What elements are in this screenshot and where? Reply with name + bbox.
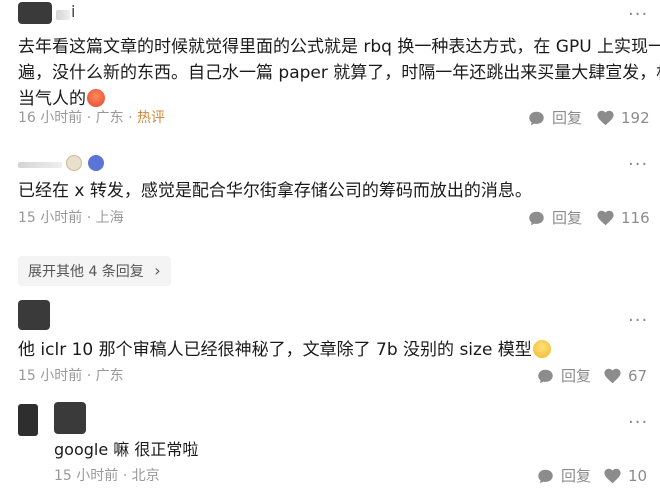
separator: · bbox=[86, 210, 92, 226]
comment-meta: 15 小时前 · 上海 bbox=[18, 208, 124, 228]
reply-button[interactable]: 回复 bbox=[528, 208, 582, 228]
heart-icon bbox=[597, 210, 614, 226]
chevron-right-icon: › bbox=[154, 261, 161, 280]
reply-bubble-icon bbox=[538, 369, 553, 383]
comment-location: 上海 bbox=[95, 210, 124, 226]
comment-location: 北京 bbox=[131, 468, 160, 484]
comment-meta: 15 小时前 · 北京 bbox=[54, 466, 160, 486]
username-fragment[interactable]: i bbox=[71, 2, 75, 21]
separator: · bbox=[86, 110, 92, 126]
rank-badge-icon bbox=[66, 155, 82, 171]
reply-label: 回复 bbox=[561, 367, 592, 385]
more-dots-icon[interactable]: ··· bbox=[628, 156, 648, 174]
more-dots-icon[interactable]: ··· bbox=[628, 6, 648, 24]
heart-icon bbox=[604, 368, 621, 384]
comment-time: 15 小时前 bbox=[18, 210, 83, 226]
reply-bubble-icon bbox=[529, 111, 544, 125]
comment-text-line: 他 iclr 10 那个审稿人已经很神秘了，文章除了 7b 没别的 size 模… bbox=[18, 337, 551, 363]
comment-time: 16 小时前 bbox=[18, 110, 83, 126]
reply-label: 回复 bbox=[552, 109, 583, 127]
reply-bubble-icon bbox=[538, 469, 553, 483]
hot-badge: 热评 bbox=[136, 110, 165, 126]
comment-text-line: 已经在 x 转发，感觉是配合华尔街拿存储公司的筹码而放出的消息。 bbox=[18, 181, 532, 201]
like-count: 116 bbox=[621, 209, 650, 227]
avatar[interactable] bbox=[18, 300, 50, 330]
like-count: 10 bbox=[628, 467, 648, 485]
comment-meta: 15 小时前 · 广东 bbox=[18, 366, 124, 386]
comment-location: 广东 bbox=[95, 110, 124, 126]
expand-replies-label: 展开其他 4 条回复 bbox=[28, 264, 144, 280]
comment-time: 15 小时前 bbox=[18, 368, 83, 384]
username-blurred[interactable] bbox=[56, 10, 70, 20]
separator: · bbox=[86, 368, 92, 384]
separator: · bbox=[122, 468, 128, 484]
angry-face-emoji-icon bbox=[87, 89, 105, 107]
heart-icon bbox=[604, 468, 621, 484]
username-blurred[interactable] bbox=[18, 162, 62, 168]
reply-button[interactable]: 回复 bbox=[528, 108, 582, 128]
comment-location: 广东 bbox=[95, 368, 124, 384]
reply-label: 回复 bbox=[561, 467, 592, 485]
comment-text-line: 遍，没什么新的东西。自己水一篇 paper 就算了，时隔一年还跳出来买量大肆宣发… bbox=[18, 63, 660, 83]
comment-meta: 16 小时前 · 广东 · 热评 bbox=[18, 108, 165, 128]
expand-replies-button[interactable]: 展开其他 4 条回复 › bbox=[18, 256, 171, 286]
verified-badge-icon bbox=[88, 155, 104, 171]
like-count: 67 bbox=[628, 367, 648, 385]
like-button[interactable]: 192 bbox=[597, 108, 650, 128]
comment-time: 15 小时前 bbox=[54, 468, 119, 484]
reply-button[interactable]: 回复 bbox=[537, 366, 591, 386]
heart-icon bbox=[597, 110, 614, 126]
like-button[interactable]: 10 bbox=[604, 466, 647, 486]
thinking-face-emoji-icon bbox=[532, 340, 551, 358]
like-button[interactable]: 67 bbox=[604, 366, 647, 386]
avatar[interactable] bbox=[18, 404, 38, 436]
avatar[interactable] bbox=[18, 2, 52, 24]
reply-button[interactable]: 回复 bbox=[537, 466, 591, 486]
more-dots-icon[interactable]: ··· bbox=[628, 312, 648, 330]
reply-bubble-icon bbox=[529, 211, 544, 225]
separator: · bbox=[128, 110, 133, 126]
comment-text-line: google 嘛 很正常啦 bbox=[54, 440, 199, 459]
comment-text-line: 去年看这篇文章的时候就觉得里面的公式就是 rbq 换一种表达方式，在 GPU 上… bbox=[18, 37, 660, 57]
more-dots-icon[interactable]: ··· bbox=[628, 414, 648, 432]
like-button[interactable]: 116 bbox=[597, 208, 650, 228]
like-count: 192 bbox=[621, 109, 650, 127]
comment-text-fragment: 他 iclr 10 那个审稿人已经很神秘了，文章除了 7b 没别的 size 模… bbox=[18, 340, 532, 360]
avatar[interactable] bbox=[54, 402, 86, 434]
reply-label: 回复 bbox=[552, 209, 583, 227]
comment-text-fragment: 当气人的 bbox=[18, 89, 86, 109]
